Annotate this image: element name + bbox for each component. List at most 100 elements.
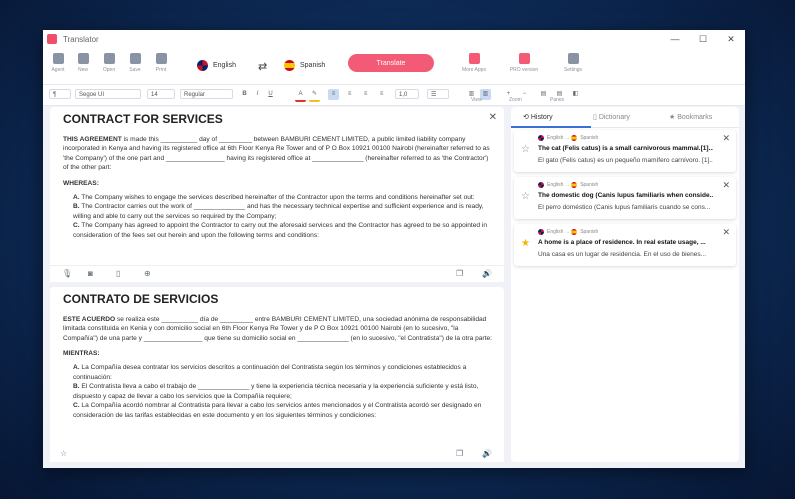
text-color-icon[interactable]: A — [295, 89, 306, 102]
copy-icon[interactable]: ❐ — [456, 269, 463, 278]
star-icon[interactable]: ☆ — [521, 144, 530, 155]
minimize-button[interactable]: — — [661, 34, 689, 45]
window-title: Translator — [63, 34, 99, 44]
bold-button[interactable]: B — [239, 89, 250, 100]
language-direction: English → Spanish — [538, 135, 598, 141]
remove-icon[interactable]: ✕ — [722, 133, 730, 144]
more-apps-button[interactable]: More Apps — [461, 53, 487, 73]
close-window-button[interactable]: ✕ — [717, 34, 745, 45]
underline-button[interactable]: U — [265, 89, 276, 100]
globe-icon[interactable]: ⊕ — [144, 269, 151, 278]
uk-flag-icon — [197, 60, 208, 71]
speaker-icon[interactable]: 🔊 — [482, 449, 492, 458]
remove-icon[interactable]: ✕ — [722, 180, 730, 191]
whereas-heading: WHEREAS: — [63, 179, 99, 187]
spain-flag-icon — [284, 60, 295, 71]
italic-button[interactable]: I — [252, 89, 263, 100]
agent-button[interactable]: Agent — [46, 53, 70, 73]
document-icon[interactable]: ▯ — [116, 269, 120, 278]
swap-languages-icon[interactable]: ⇄ — [258, 60, 267, 73]
active-tab-indicator — [511, 126, 591, 128]
open-button[interactable]: Open — [97, 53, 121, 73]
star-icon: ★ — [669, 114, 676, 121]
tab-dictionary[interactable]: ▯ Dictionary — [593, 113, 630, 121]
font-style-dropdown[interactable]: Regular — [180, 89, 233, 99]
gear-icon — [567, 53, 579, 64]
speaker-icon[interactable]: 🔊 — [482, 269, 492, 278]
language-direction: English → Spanish — [538, 229, 598, 235]
app-logo-icon — [47, 34, 57, 44]
side-tabs: ⟲ History ▯ Dictionary ★ Bookmarks — [511, 107, 739, 128]
align-left-icon[interactable]: ≡ — [328, 89, 339, 100]
history-item[interactable]: ✕ ☆ English → Spanish The cat (Felis cat… — [514, 130, 736, 172]
target-action-bar: ☆ ❐ 🔊 — [50, 446, 504, 462]
camera-icon[interactable]: ◙ — [88, 269, 93, 278]
agent-icon — [52, 53, 64, 64]
cart-icon — [518, 53, 530, 64]
new-file-icon — [77, 53, 89, 64]
history-translation-text: El perro doméstico (Canis lupus familiar… — [538, 204, 711, 211]
microphone-icon[interactable]: 🎙 — [62, 269, 72, 278]
spain-flag-icon — [571, 229, 578, 235]
clause-a: A. La Compañía desea contratar los servi… — [73, 363, 467, 381]
align-center-icon[interactable]: ≡ — [344, 89, 355, 100]
book-icon: ▯ — [593, 114, 597, 121]
agreement-paragraph: THIS AGREEMENT is made this __________ d… — [63, 135, 490, 172]
font-size-dropdown[interactable]: 14 — [147, 89, 175, 99]
tab-bookmarks[interactable]: ★ Bookmarks — [669, 113, 712, 121]
history-translation-text: Una casa es un lugar de residencia. En e… — [538, 251, 707, 258]
history-side-panel: ⟲ History ▯ Dictionary ★ Bookmarks ✕ ☆ E… — [511, 107, 739, 462]
history-source-text: The cat (Felis catus) is a small carnivo… — [538, 145, 713, 152]
clause-c: C. La Compañía acordó nombrar al Contrat… — [73, 402, 482, 419]
history-item[interactable]: ✕ ★ English → Spanish A home is a place … — [514, 224, 736, 266]
align-right-icon[interactable]: ≡ — [360, 89, 371, 100]
translate-button[interactable]: Translate — [348, 54, 434, 72]
history-item[interactable]: ✕ ☆ English → Spanish The domestic dog (… — [514, 177, 736, 219]
arrow-right-icon: → — [564, 135, 570, 141]
line-spacing-dropdown[interactable]: 1,0 — [395, 89, 419, 99]
maximize-button[interactable]: ☐ — [689, 34, 717, 45]
clause-b: B. El Contratista lleva a cabo el trabaj… — [73, 383, 479, 400]
pro-version-button[interactable]: PRO version — [509, 53, 539, 73]
history-icon: ⟲ — [523, 114, 529, 121]
target-document-panel[interactable]: CONTRATO DE SERVICIOS ESTE ACUERDO se re… — [50, 287, 504, 462]
list-dropdown[interactable]: ☰ — [427, 89, 449, 99]
star-icon[interactable]: ☆ — [521, 191, 530, 202]
source-language-selector[interactable]: English — [197, 60, 236, 71]
translated-document[interactable]: CONTRATO DE SERVICIOS ESTE ACUERDO se re… — [63, 293, 494, 421]
save-icon — [129, 53, 141, 64]
pane-side-icon[interactable]: ◧ — [570, 89, 581, 100]
paragraph-style-dropdown[interactable]: ¶ — [49, 89, 71, 99]
title-bar: Translator — ☐ ✕ — [43, 30, 745, 48]
source-document-panel[interactable]: ✕ CONTRACT FOR SERVICES THIS AGREEMENT i… — [50, 107, 504, 282]
whereas-heading: MIENTRAS: — [63, 350, 100, 358]
remove-icon[interactable]: ✕ — [722, 227, 730, 238]
clause-c: C. The Company has agreed to appoint the… — [73, 222, 488, 239]
settings-button[interactable]: Settings — [560, 53, 586, 73]
history-source-text: A home is a place of residence. In real … — [538, 239, 706, 246]
copy-icon[interactable]: ❐ — [456, 449, 463, 458]
highlight-icon[interactable]: ✎ — [309, 89, 320, 102]
spain-flag-icon — [571, 135, 578, 141]
spain-flag-icon — [571, 182, 578, 188]
document-title: CONTRACT FOR SERVICES — [63, 112, 223, 126]
history-translation-text: El gato (Felis catus) es un pequeño mamí… — [538, 157, 713, 164]
clause-b: B. The Contractor carries out the work o… — [73, 203, 484, 220]
uk-flag-icon — [538, 182, 544, 188]
new-button[interactable]: New — [71, 53, 95, 73]
panes-label: Panes — [550, 97, 565, 103]
translator-window: Translator — ☐ ✕ Agent New Open Save Pri… — [43, 30, 745, 468]
starred-icon[interactable]: ★ — [521, 238, 530, 249]
justify-icon[interactable]: ≡ — [376, 89, 387, 100]
pane-top-icon[interactable]: ▤ — [538, 89, 549, 100]
star-icon[interactable]: ☆ — [60, 449, 67, 458]
print-button[interactable]: Print — [149, 53, 173, 73]
zoom-label: Zoom — [509, 97, 522, 103]
source-document[interactable]: CONTRACT FOR SERVICES THIS AGREEMENT is … — [63, 112, 494, 241]
font-family-dropdown[interactable]: Segoe UI — [75, 89, 141, 99]
source-action-bar: 🎙 ◙ ▯ ⊕ ❐ 🔊 — [50, 265, 504, 282]
target-language-selector[interactable]: Spanish — [284, 60, 325, 71]
tab-history[interactable]: ⟲ History — [523, 113, 553, 121]
view-label: View — [471, 97, 482, 103]
save-button[interactable]: Save — [123, 53, 147, 73]
